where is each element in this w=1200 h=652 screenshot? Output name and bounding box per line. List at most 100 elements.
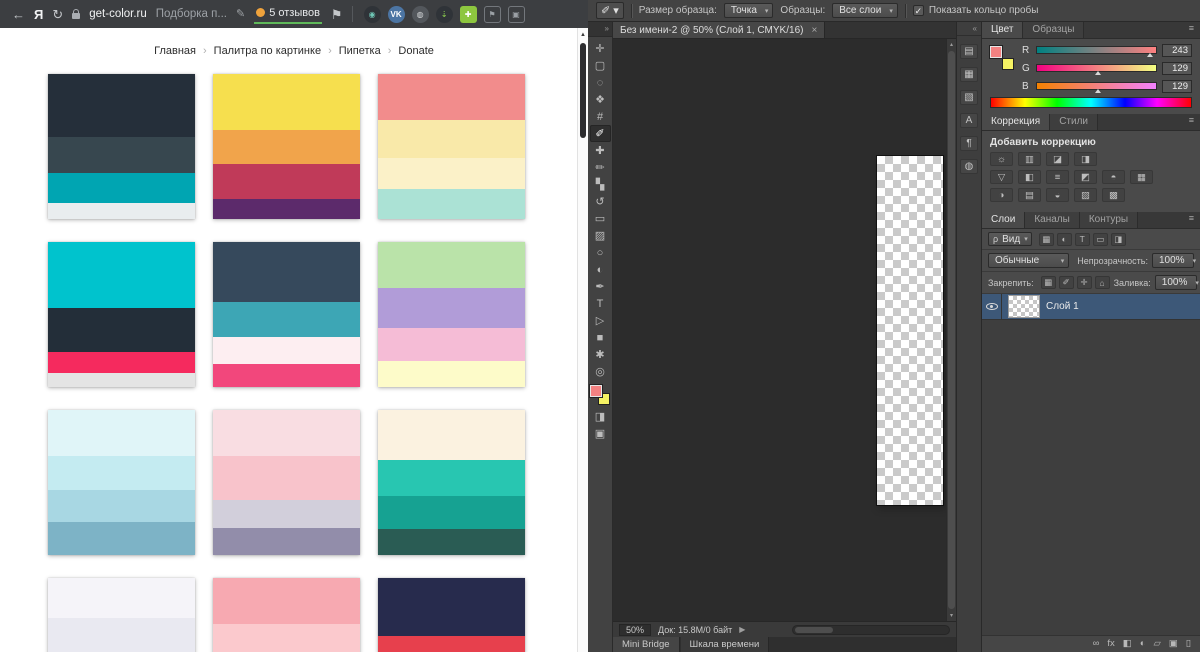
extension-vk-icon[interactable]: VK	[387, 5, 405, 23]
show-ring-checkbox[interactable]: ✓ Показать кольцо пробы	[912, 5, 1038, 16]
3d-panel-icon[interactable]: ◍	[960, 159, 978, 174]
panel-menu-icon[interactable]: ≡	[1183, 114, 1200, 130]
palette-card[interactable]	[213, 410, 360, 555]
document-canvas[interactable]	[877, 156, 943, 505]
foreground-color-swatch[interactable]	[590, 385, 602, 397]
color-stripe[interactable]	[213, 624, 360, 652]
photo-filter-icon[interactable]: ◓	[1102, 170, 1125, 184]
dodge-tool[interactable]: ◐	[590, 261, 611, 278]
canvas-area[interactable]: ▴ ▾	[613, 39, 956, 621]
rectangle-tool[interactable]: ■	[590, 329, 611, 346]
history-brush-tool[interactable]: ↺	[590, 193, 611, 210]
fill-dropdown[interactable]: 100% ▾	[1154, 275, 1199, 290]
invert-icon[interactable]: ◑	[990, 188, 1013, 202]
layer-thumbnail[interactable]	[1009, 296, 1039, 317]
vscrollbar-thumb[interactable]	[948, 51, 955, 609]
info-panel-icon[interactable]: ▧	[960, 90, 978, 105]
color-stripe[interactable]	[48, 618, 195, 652]
document-tab[interactable]: Без имени-2 @ 50% (Слой 1, CMYK/16) ×	[613, 22, 826, 38]
color-stripe[interactable]	[378, 328, 525, 361]
color-stripe[interactable]	[48, 137, 195, 173]
url-text[interactable]: get-color.ru	[89, 8, 147, 20]
color-stripe[interactable]	[213, 242, 360, 302]
path-selection-tool[interactable]: ▷	[590, 312, 611, 329]
color-stripe[interactable]	[48, 242, 195, 308]
tab-channels[interactable]: Каналы	[1025, 212, 1080, 228]
tab-paths[interactable]: Контуры	[1079, 212, 1139, 228]
color-stripe[interactable]	[213, 302, 360, 337]
filter-type-layers-icon[interactable]: T	[1074, 232, 1090, 246]
new-group-icon[interactable]: ▱	[1153, 639, 1160, 649]
eyedropper-tool[interactable]: ✐	[589, 125, 611, 142]
toolbar-collapse-icon[interactable]: »	[588, 22, 612, 37]
color-stripe[interactable]	[48, 173, 195, 203]
eraser-tool[interactable]: ▭	[590, 210, 611, 227]
palette-card[interactable]	[378, 242, 525, 387]
back-button[interactable]: ←	[12, 8, 25, 21]
color-stripe[interactable]	[378, 578, 525, 636]
canvas-vscrollbar[interactable]: ▴ ▾	[946, 39, 956, 621]
swatches-panel-icon[interactable]: ▦	[960, 67, 978, 82]
color-stripe[interactable]	[48, 578, 195, 618]
gradient-tool[interactable]: ▨	[590, 227, 611, 244]
slider-thumb[interactable]	[1094, 71, 1101, 75]
filter-adjustment-layers-icon[interactable]: ◐	[1056, 232, 1072, 246]
delete-layer-icon[interactable]: ▯	[1186, 639, 1191, 649]
channel-value[interactable]: 129	[1162, 61, 1192, 75]
channel-slider[interactable]	[1036, 46, 1157, 57]
color-stripe[interactable]	[48, 410, 195, 456]
move-tool[interactable]: ✛	[590, 40, 611, 57]
sample-size-dropdown[interactable]: Точка ▾	[723, 3, 774, 18]
channel-slider[interactable]	[1036, 82, 1157, 93]
foreground-color-swatch[interactable]	[990, 46, 1002, 58]
pen-tool[interactable]: ✒	[590, 278, 611, 295]
clone-stamp-tool[interactable]: ▚	[590, 176, 611, 193]
extension-lightshot-icon[interactable]: ✚	[459, 5, 477, 23]
exposure-icon[interactable]: ◨	[1074, 152, 1097, 166]
color-stripe[interactable]	[213, 456, 360, 500]
color-stripe[interactable]	[213, 337, 360, 364]
yandex-logo-icon[interactable]: Я	[34, 7, 43, 22]
toolbar-color-swatches[interactable]	[590, 385, 610, 405]
slider-thumb[interactable]	[1094, 89, 1101, 93]
tab-styles[interactable]: Стили	[1050, 114, 1098, 130]
color-stripe[interactable]	[213, 410, 360, 456]
breadcrumb-link[interactable]: Пипетка	[339, 45, 381, 57]
palette-card[interactable]	[213, 242, 360, 387]
screen-mode-tool[interactable]: ▣	[590, 425, 611, 442]
color-stripe[interactable]	[378, 120, 525, 158]
panel-menu-icon[interactable]: ≡	[1183, 22, 1200, 38]
type-tool[interactable]: T	[590, 295, 611, 312]
color-stripe[interactable]	[378, 74, 525, 120]
samples-dropdown[interactable]: Все слои ▾	[832, 3, 898, 18]
color-stripe[interactable]	[213, 500, 360, 528]
palette-card[interactable]	[48, 74, 195, 219]
color-stripe[interactable]	[378, 496, 525, 529]
breadcrumb-link[interactable]: Палитра по картинке	[214, 45, 321, 57]
healing-brush-tool[interactable]: ✚	[590, 142, 611, 159]
color-spectrum-bar[interactable]	[990, 97, 1192, 108]
color-stripe[interactable]	[48, 203, 195, 219]
blend-mode-dropdown[interactable]: Обычные ▾	[988, 253, 1070, 268]
breadcrumb-link[interactable]: Donate	[398, 45, 433, 57]
gradient-map-icon[interactable]: ▨	[1074, 188, 1097, 202]
lock-transparency-icon[interactable]: ▦	[1040, 276, 1056, 289]
new-adjustment-layer-icon[interactable]: ◐	[1140, 639, 1146, 649]
levels-icon[interactable]: ▥	[1018, 152, 1041, 166]
color-stripe[interactable]	[378, 158, 525, 189]
scroll-down-icon[interactable]: ▾	[947, 612, 956, 619]
zoom-level[interactable]: 50%	[619, 623, 652, 636]
browser-scrollbar[interactable]: ▲	[577, 28, 588, 652]
palette-card[interactable]	[378, 578, 525, 652]
panel-menu-icon[interactable]: ≡	[1183, 212, 1200, 228]
color-stripe[interactable]	[378, 242, 525, 288]
color-stripe[interactable]	[213, 364, 360, 387]
extension-browser-icon[interactable]: ◉	[363, 5, 381, 23]
palette-card[interactable]	[48, 578, 195, 652]
channel-value[interactable]: 129	[1162, 79, 1192, 93]
color-stripe[interactable]	[48, 456, 195, 490]
canvas-hscrollbar[interactable]	[792, 624, 950, 635]
add-layer-mask-icon[interactable]: ◧	[1123, 639, 1132, 649]
palette-card[interactable]	[48, 242, 195, 387]
tab-layers[interactable]: Слои	[982, 212, 1026, 228]
